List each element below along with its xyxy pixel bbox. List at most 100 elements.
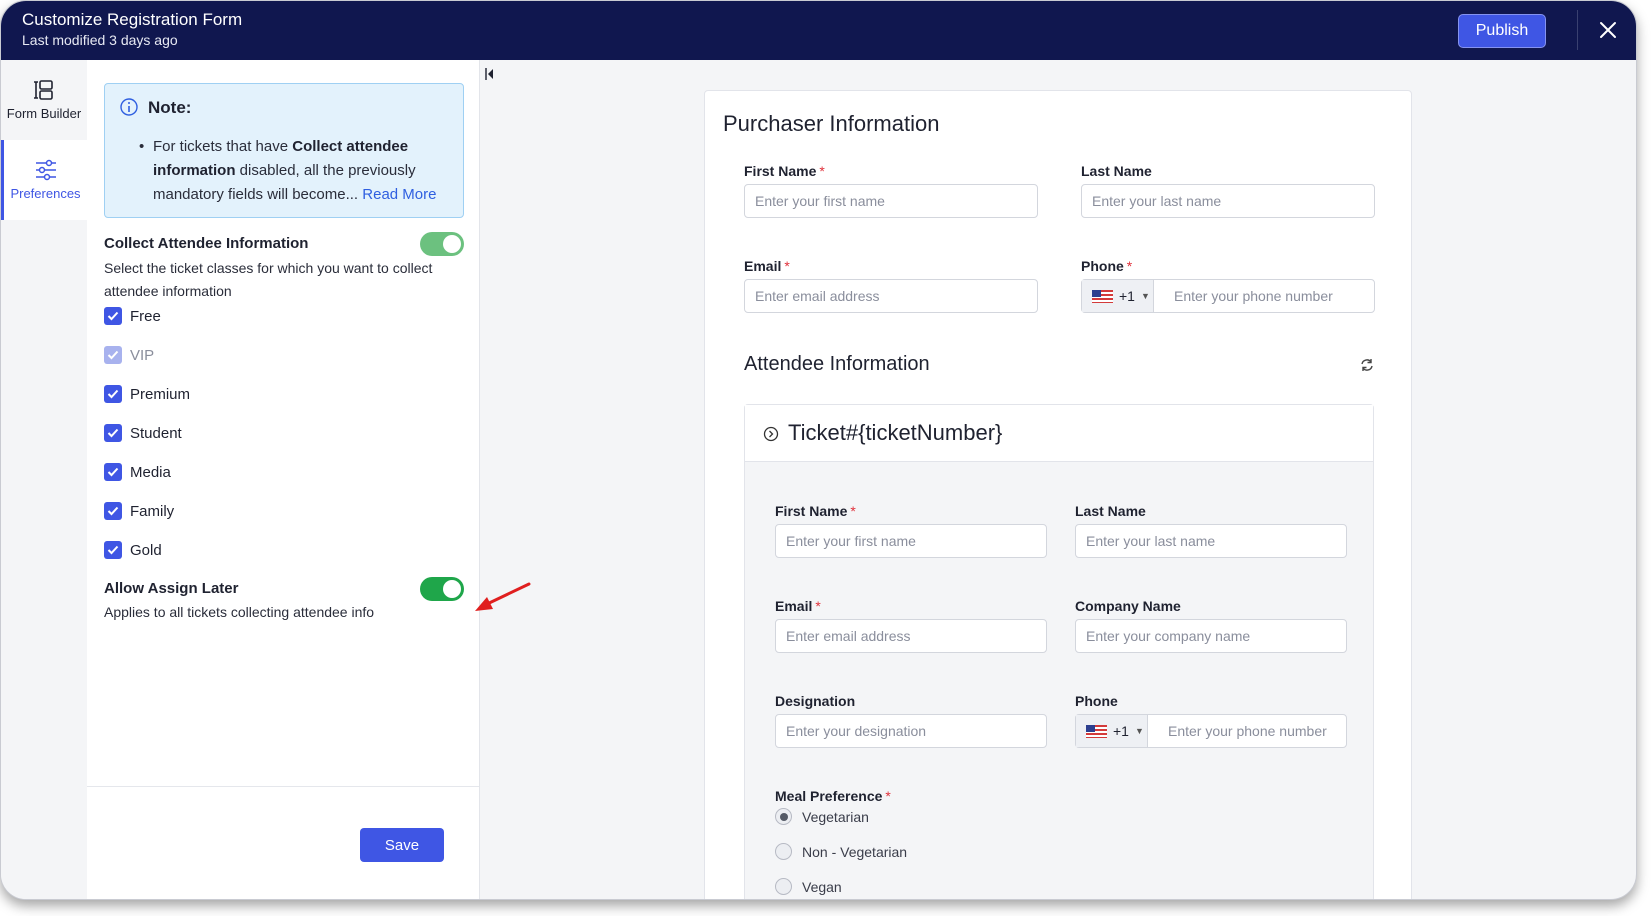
country-code-dropdown[interactable]: +1 ▼ — [1082, 280, 1154, 312]
ticket-class-student[interactable]: Student — [104, 423, 182, 443]
ticket-section: Ticket#{ticketNumber} First Name * Enter … — [744, 404, 1374, 899]
required-asterisk: * — [1126, 258, 1133, 274]
collapse-panel-icon[interactable] — [485, 67, 495, 81]
info-icon — [120, 98, 138, 116]
purchaser-phone-label: Phone * — [1081, 258, 1132, 274]
purchaser-email-label: Email * — [744, 258, 790, 274]
attendee-email-label: Email * — [775, 598, 821, 614]
read-more-link[interactable]: Read More — [362, 186, 436, 203]
ticket-class-family[interactable]: Family — [104, 501, 174, 521]
preferences-panel: Note: • For tickets that have Collect at… — [87, 60, 480, 899]
attendee-first-name-input[interactable]: Enter your first name — [775, 524, 1047, 558]
expand-circle-icon — [763, 426, 779, 442]
checkbox-checked-icon[interactable] — [104, 307, 122, 325]
rail-item-form-builder[interactable]: Form Builder — [1, 60, 87, 140]
bullet: • — [139, 138, 145, 155]
collect-attendee-description: Select the ticket classes for which you … — [104, 260, 433, 299]
ticket-class-free[interactable]: Free — [104, 306, 161, 326]
refresh-icon[interactable] — [1360, 358, 1374, 372]
ticket-class-gold[interactable]: Gold — [104, 540, 162, 560]
note-text: • For tickets that have Collect attendee… — [139, 135, 457, 207]
attendee-phone-label: Phone — [1075, 693, 1118, 709]
chevron-down-icon: ▼ — [1140, 291, 1150, 301]
left-rail: Form Builder Preferences — [1, 60, 87, 899]
radio-unselected-icon[interactable] — [775, 878, 792, 895]
meal-option-non-vegetarian[interactable]: Non - Vegetarian — [775, 843, 907, 860]
country-code-dropdown[interactable]: +1 ▼ — [1076, 715, 1148, 747]
label-text: Email — [744, 258, 782, 274]
checkbox-checked-icon[interactable] — [104, 541, 122, 559]
sliders-icon — [35, 159, 56, 181]
label-text: Meal Preference — [775, 788, 883, 804]
label-text: Phone — [1081, 258, 1124, 274]
collect-attendee-toggle[interactable] — [420, 232, 464, 256]
header-divider — [1577, 10, 1578, 50]
country-code: +1 — [1113, 723, 1129, 739]
last-modified-text: Last modified 3 days ago — [22, 32, 178, 48]
form-preview: Purchaser Information First Name * Enter … — [704, 90, 1412, 899]
required-asterisk: * — [819, 163, 825, 179]
note-title: Note: — [148, 98, 192, 117]
panel-footer-divider — [87, 786, 479, 787]
attendee-email-input[interactable]: Enter email address — [775, 619, 1047, 653]
purchaser-last-name-label: Last Name — [1081, 163, 1152, 179]
assign-later-toggle[interactable] — [420, 577, 464, 601]
close-icon[interactable] — [1597, 19, 1619, 41]
purchaser-phone-field: +1 ▼ Enter your phone number — [1081, 279, 1375, 313]
attendee-company-label: Company Name — [1075, 598, 1181, 614]
form-builder-icon — [34, 80, 53, 100]
checkbox-checked-icon[interactable] — [104, 424, 122, 442]
ticket-class-label: VIP — [130, 346, 155, 364]
checkbox-checked-icon — [104, 346, 122, 364]
meal-option-label: Vegan — [802, 878, 842, 895]
purchaser-last-name-input[interactable]: Enter your last name — [1081, 184, 1375, 218]
chevron-down-icon: ▼ — [1134, 726, 1144, 736]
required-asterisk: * — [885, 788, 891, 804]
ticket-header[interactable]: Ticket#{ticketNumber} — [745, 405, 1373, 462]
page-title: Customize Registration Form — [22, 10, 243, 29]
checkbox-checked-icon[interactable] — [104, 502, 122, 520]
rail-label-preferences: Preferences — [10, 186, 81, 201]
us-flag-icon — [1086, 724, 1107, 738]
radio-selected-icon[interactable] — [775, 808, 792, 825]
attendee-phone-input[interactable]: Enter your phone number — [1148, 715, 1327, 747]
assign-later-title: Allow Assign Later — [104, 580, 239, 597]
ticket-class-label: Media — [130, 463, 171, 481]
checkbox-checked-icon[interactable] — [104, 463, 122, 481]
ticket-class-label: Family — [130, 502, 175, 520]
purchaser-first-name-label: First Name * — [744, 163, 825, 179]
assign-later-description: Applies to all tickets collecting attend… — [104, 604, 375, 620]
app-window: Customize Registration Form Last modifie… — [0, 0, 1637, 900]
meal-option-label: Vegetarian — [802, 808, 869, 825]
checkbox-checked-icon[interactable] — [104, 385, 122, 403]
required-asterisk: * — [815, 598, 821, 614]
ticket-class-label: Premium — [130, 385, 191, 403]
radio-unselected-icon[interactable] — [775, 843, 792, 860]
meal-option-vegan[interactable]: Vegan — [775, 878, 842, 895]
country-code: +1 — [1119, 288, 1135, 304]
label-text: First Name — [744, 163, 817, 179]
purchaser-first-name-input[interactable]: Enter your first name — [744, 184, 1038, 218]
required-asterisk: * — [850, 503, 856, 519]
publish-button[interactable]: Publish — [1458, 14, 1546, 48]
label-text: Email — [775, 598, 813, 614]
attendee-company-input[interactable]: Enter your company name — [1075, 619, 1347, 653]
rail-item-preferences[interactable]: Preferences — [1, 140, 87, 220]
attendee-heading: Attendee Information — [744, 353, 930, 375]
purchaser-heading: Purchaser Information — [723, 111, 940, 136]
attendee-designation-input[interactable]: Enter your designation — [775, 714, 1047, 748]
us-flag-icon — [1092, 289, 1113, 303]
meal-option-vegetarian[interactable]: Vegetarian — [775, 808, 869, 825]
attendee-last-name-input[interactable]: Enter your last name — [1075, 524, 1347, 558]
purchaser-phone-input[interactable]: Enter your phone number — [1154, 280, 1333, 312]
purchaser-email-input[interactable]: Enter email address — [744, 279, 1038, 313]
ticket-class-label: Gold — [130, 541, 162, 559]
ticket-class-media[interactable]: Media — [104, 462, 171, 482]
attendee-phone-field: +1 ▼ Enter your phone number — [1075, 714, 1347, 748]
save-button[interactable]: Save — [360, 828, 444, 862]
ticket-class-premium[interactable]: Premium — [104, 384, 190, 404]
ticket-class-label: Student — [130, 424, 182, 442]
ticket-class-label: Free — [130, 307, 161, 325]
label-text: First Name — [775, 503, 848, 519]
ticket-class-vip: VIP — [104, 345, 154, 365]
